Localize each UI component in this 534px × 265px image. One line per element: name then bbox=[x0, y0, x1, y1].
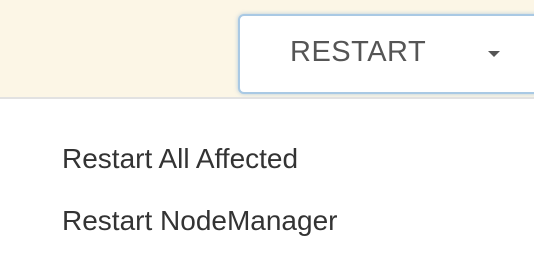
chevron-down-icon bbox=[488, 51, 500, 57]
toolbar: RESTART bbox=[0, 0, 534, 97]
restart-button[interactable]: RESTART bbox=[238, 14, 534, 94]
restart-dropdown-menu: Restart All Affected Restart NodeManager bbox=[0, 99, 534, 265]
restart-button-label: RESTART bbox=[290, 36, 427, 68]
menu-item-restart-all-affected[interactable]: Restart All Affected bbox=[62, 143, 298, 175]
restart-dropdown-region: RESTART Restart All Affected Restart Nod… bbox=[0, 0, 534, 265]
menu-item-restart-nodemanager[interactable]: Restart NodeManager bbox=[62, 205, 337, 237]
